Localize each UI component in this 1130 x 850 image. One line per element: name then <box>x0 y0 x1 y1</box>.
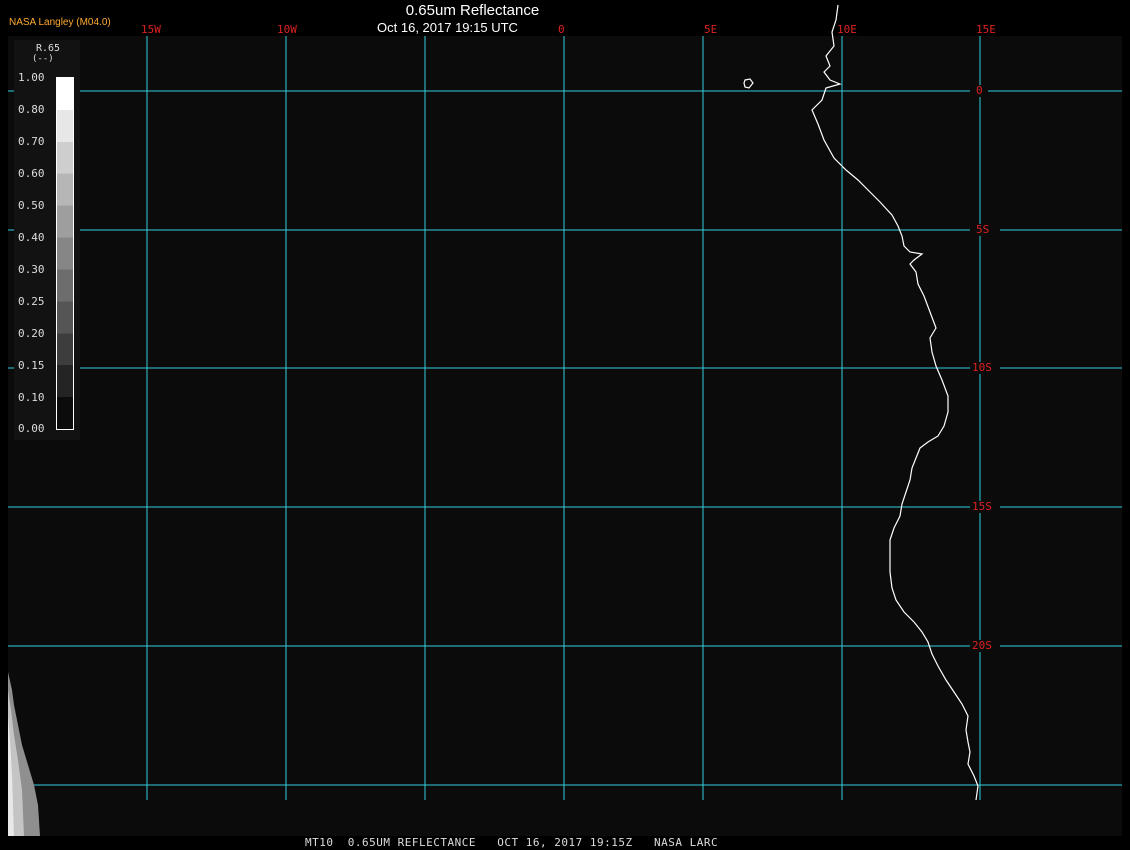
legend-tick: 0.50 <box>18 199 45 212</box>
lat-lon-grid <box>8 36 1122 800</box>
lat-label: 5S <box>976 223 989 236</box>
legend-unit: (--) <box>32 54 54 64</box>
legend-tick: 0.40 <box>18 231 45 244</box>
lat-labels: 0 5S 10S 15S 20S <box>970 84 1000 652</box>
legend-tick: 0.00 <box>18 422 45 435</box>
legend-color-bar <box>56 77 74 430</box>
lat-label: 10S <box>972 361 992 374</box>
legend-tick: 0.10 <box>18 391 45 404</box>
legend-tick: 0.20 <box>18 327 45 340</box>
island-outline <box>743 78 754 89</box>
legend-tick: 0.25 <box>18 295 45 308</box>
legend-tick: 0.30 <box>18 263 45 276</box>
legend-tick: 0.80 <box>18 103 45 116</box>
legend-tick: 0.70 <box>18 135 45 148</box>
image-title: 0.65um Reflectance <box>405 2 540 19</box>
africa-coastline <box>811 4 979 801</box>
coastline <box>743 4 979 801</box>
lat-label: 0 <box>976 84 983 97</box>
agency-label: NASA Langley (M04.0) <box>9 17 111 28</box>
lat-label: 20S <box>972 639 992 652</box>
color-legend: R.65 (--) 1.00 0.80 0.70 0.60 0.50 0.40 … <box>14 40 80 440</box>
legend-tick: 1.00 <box>18 71 45 84</box>
lat-label: 15S <box>972 500 992 513</box>
lon-label: 15E <box>976 23 996 36</box>
footer-caption: MT10 0.65UM REFLECTANCE OCT 16, 2017 19:… <box>305 836 719 849</box>
image-datetime: Oct 16, 2017 19:15 UTC <box>377 20 518 35</box>
legend-tick: 0.15 <box>18 359 45 372</box>
legend-variable: R.65 <box>36 43 61 54</box>
map-overlay: 15W 10W 0 5E 10E 15E 0 5S 10S 15S 20S <box>8 4 1122 836</box>
legend-tick: 0.60 <box>18 167 45 180</box>
bright-cloud-patch <box>8 672 40 836</box>
